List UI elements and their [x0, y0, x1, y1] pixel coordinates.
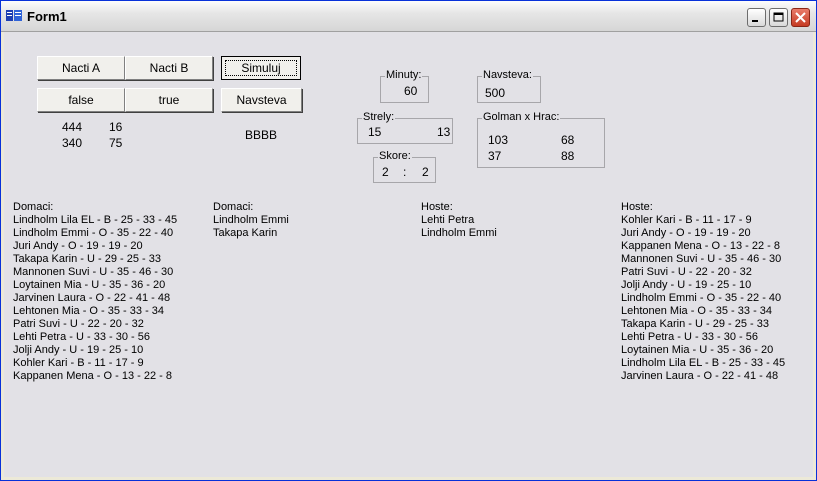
- list-item: Lindholm Emmi: [421, 227, 497, 239]
- navsteva-value: 500: [485, 86, 506, 100]
- number-label: 444: [62, 120, 83, 134]
- simuluj-button[interactable]: Simuluj: [221, 56, 301, 80]
- false-button[interactable]: false: [37, 88, 125, 112]
- golman-value: 103: [488, 133, 509, 147]
- skore-title: Skore:: [378, 150, 412, 162]
- list-item: Juri Andy - O - 19 - 19 - 20: [13, 240, 143, 252]
- list-item: Kappanen Mena - O - 13 - 22 - 8: [621, 240, 780, 252]
- list-item: Patri Suvi - U - 22 - 20 - 32: [621, 266, 752, 278]
- list-item: Lindholm Emmi: [213, 214, 289, 226]
- strely-group: Strely: 15 13: [357, 111, 453, 144]
- app-window: Form1 Nacti A Nacti B Simuluj false true…: [0, 0, 817, 481]
- skore-away-value: 2: [422, 165, 429, 179]
- golman-value: 88: [561, 149, 575, 163]
- list-item: Kohler Kari - B - 11 - 17 - 9: [13, 357, 144, 369]
- true-button[interactable]: true: [125, 88, 213, 112]
- minimize-button[interactable]: [747, 8, 766, 27]
- list-item: Patri Suvi - U - 22 - 20 - 32: [13, 318, 144, 330]
- hoste-roster-list: Hoste: Kohler Kari - B - 11 - 17 - 9 Jur…: [621, 201, 785, 383]
- list-item: Loytainen Mia - U - 35 - 36 - 20: [13, 279, 166, 291]
- golman-hrac-title: Golman x Hrac:: [482, 111, 561, 123]
- number-label: 75: [109, 136, 123, 150]
- maximize-button[interactable]: [769, 8, 788, 27]
- list-item: Mannonen Suvi - U - 35 - 46 - 30: [621, 253, 782, 265]
- list-item: Jolji Andy - U - 19 - 25 - 10: [13, 344, 144, 356]
- list-item: Mannonen Suvi - U - 35 - 46 - 30: [13, 266, 174, 278]
- skore-home-value: 2: [382, 165, 389, 179]
- close-button[interactable]: [791, 8, 810, 27]
- list-item: Lehti Petra - U - 33 - 30 - 56: [13, 331, 150, 343]
- navsteva-button[interactable]: Navsteva: [221, 88, 302, 112]
- minuty-value: 60: [404, 84, 418, 98]
- navsteva-title: Navsteva:: [482, 69, 533, 81]
- list-item: Kappanen Mena - O - 13 - 22 - 8: [13, 370, 172, 382]
- window-title: Form1: [27, 9, 67, 24]
- form-client-area: Nacti A Nacti B Simuluj false true Navst…: [4, 32, 813, 477]
- list-item: Loytainen Mia - U - 35 - 36 - 20: [621, 344, 774, 356]
- maximize-icon: [773, 12, 784, 22]
- strely-home-value: 15: [368, 125, 382, 139]
- golman-value: 68: [561, 133, 575, 147]
- navsteva-group: Navsteva: 500: [477, 69, 541, 103]
- list-item: Lindholm Emmi - O - 35 - 22 - 40: [13, 227, 174, 239]
- strely-title: Strely:: [362, 111, 396, 123]
- list-item: Lehti Petra: [421, 214, 475, 226]
- list-item: Juri Andy - O - 19 - 19 - 20: [621, 227, 751, 239]
- app-icon: [6, 10, 22, 21]
- list-item: Lindholm Lila EL - B - 25 - 33 - 45: [13, 214, 178, 226]
- nacti-b-button[interactable]: Nacti B: [125, 56, 213, 80]
- skore-separator: :: [403, 165, 407, 179]
- domaci-roster-list: Domaci: Lindholm Lila EL - B - 25 - 33 -…: [13, 201, 177, 383]
- list-title: Hoste:: [421, 201, 453, 213]
- list-title: Domaci:: [13, 201, 54, 213]
- number-label: 340: [62, 136, 83, 150]
- list-item: Takapa Karin - U - 29 - 25 - 33: [13, 253, 161, 265]
- list-title: Hoste:: [621, 201, 653, 213]
- golman-hrac-group: Golman x Hrac: 103 68 37 88: [477, 111, 605, 168]
- domaci-selected-list: Domaci: Lindholm Emmi Takapa Karin: [213, 201, 289, 240]
- list-item: Takapa Karin - U - 29 - 25 - 33: [621, 318, 769, 330]
- title-bar[interactable]: Form1: [1, 1, 816, 32]
- list-item: Lehti Petra - U - 33 - 30 - 56: [621, 331, 758, 343]
- number-label: 16: [109, 120, 123, 134]
- minimize-icon: [752, 20, 758, 22]
- strely-away-value: 13: [437, 125, 451, 139]
- list-item: Jarvinen Laura - O - 22 - 41 - 48: [621, 370, 779, 382]
- list-item: Lindholm Emmi - O - 35 - 22 - 40: [621, 292, 782, 304]
- skore-group: Skore: 2 : 2: [373, 150, 436, 183]
- nacti-a-button[interactable]: Nacti A: [37, 56, 125, 80]
- bbbb-label: BBBB: [245, 128, 278, 142]
- list-title: Domaci:: [213, 201, 254, 213]
- list-item: Lehtonen Mia - O - 35 - 33 - 34: [621, 305, 773, 317]
- minuty-title: Minuty:: [385, 69, 423, 81]
- list-item: Lehtonen Mia - O - 35 - 33 - 34: [13, 305, 165, 317]
- hoste-selected-list: Hoste: Lehti Petra Lindholm Emmi: [421, 201, 497, 240]
- golman-value: 37: [488, 149, 502, 163]
- focus-ring: [225, 60, 297, 76]
- list-item: Takapa Karin: [213, 227, 278, 239]
- list-item: Jolji Andy - U - 19 - 25 - 10: [621, 279, 752, 291]
- list-item: Jarvinen Laura - O - 22 - 41 - 48: [13, 292, 171, 304]
- list-item: Kohler Kari - B - 11 - 17 - 9: [621, 214, 752, 226]
- close-icon: [795, 12, 806, 23]
- minuty-group: Minuty: 60: [380, 69, 429, 103]
- list-item: Lindholm Lila EL - B - 25 - 33 - 45: [621, 357, 786, 369]
